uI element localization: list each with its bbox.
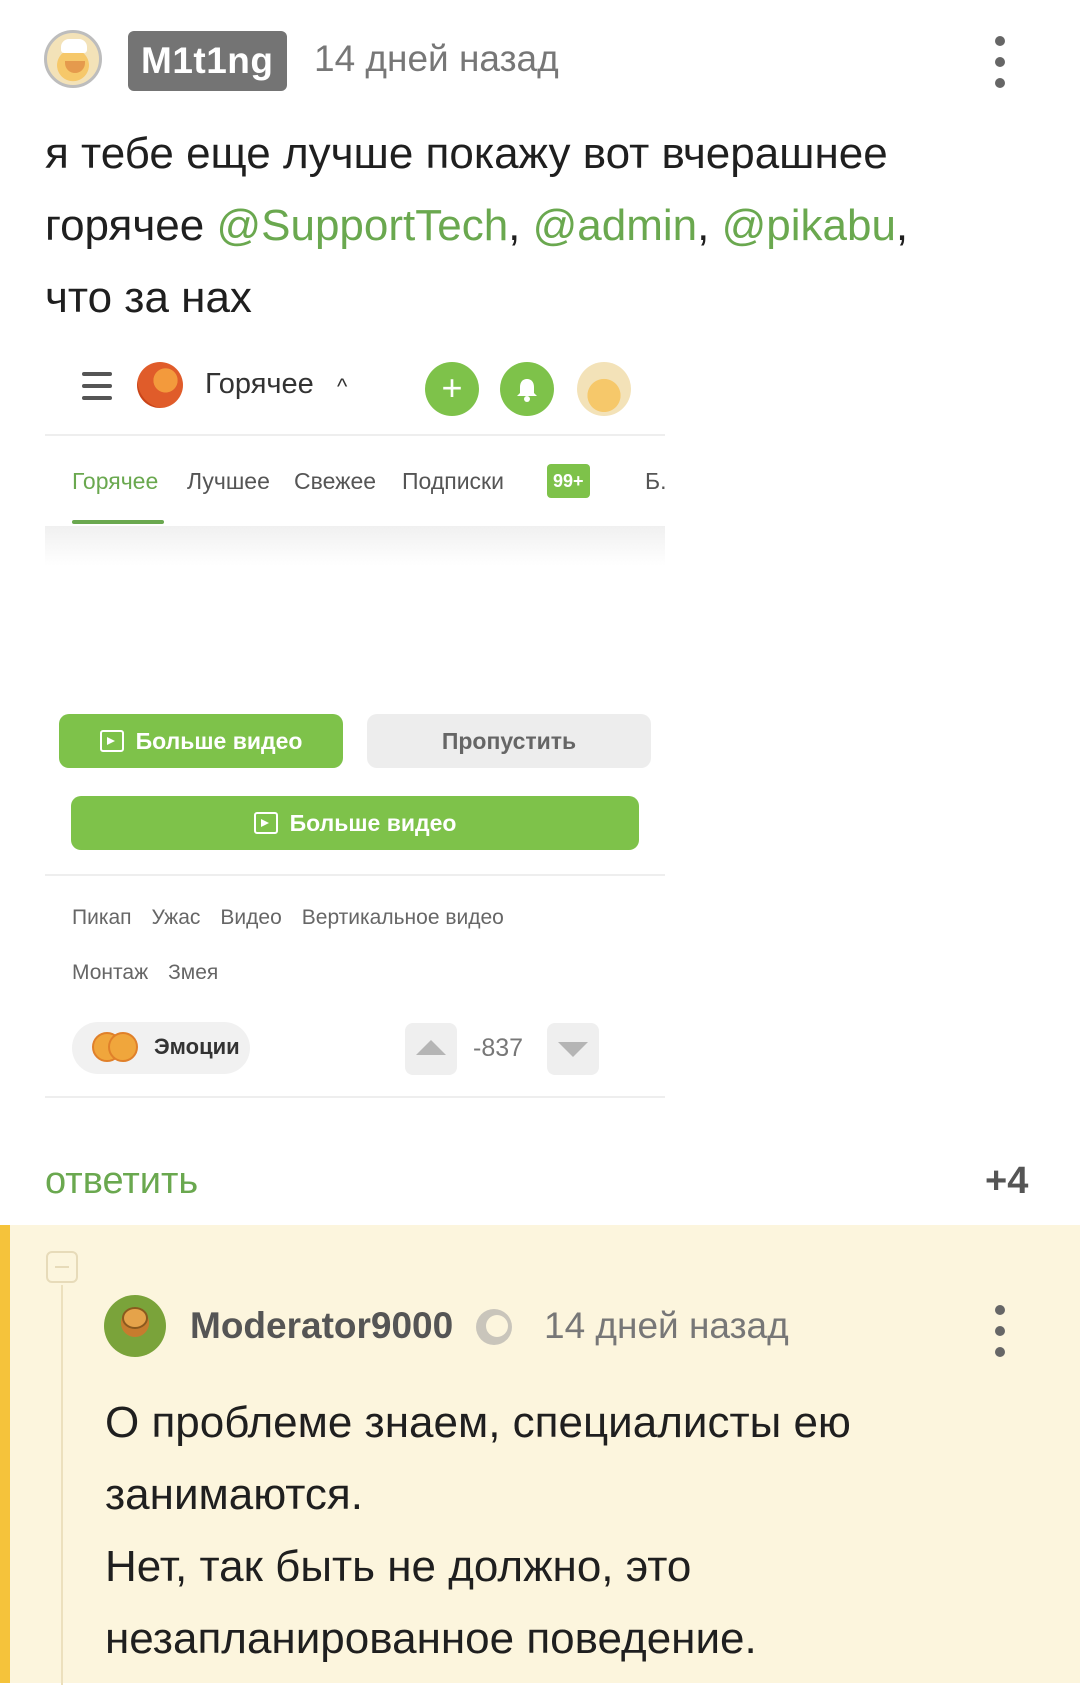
robot-head-icon (122, 1307, 148, 1329)
moderator-avatar[interactable] (104, 1295, 166, 1357)
tab-subscriptions: Подписки (402, 468, 504, 494)
more-video-wide-button: Больше видео (71, 796, 639, 850)
vote-count: -837 (473, 1034, 524, 1062)
more-options-icon[interactable] (985, 34, 1015, 90)
bell-icon (500, 362, 554, 416)
emotion-faces-icon (92, 1032, 140, 1064)
active-tab-indicator (72, 520, 164, 524)
reply-timestamp: 14 дней назад (544, 1305, 789, 1346)
reply-line-3: Нет, так быть не должно, это (105, 1542, 692, 1591)
moon-badge-icon (476, 1309, 512, 1345)
reply-line-4: незапланированное поведение. (105, 1614, 757, 1663)
upvote-icon (405, 1023, 457, 1075)
tags-row-2: Монтаж Змея (72, 961, 238, 985)
tag: Пикап (72, 906, 132, 929)
video-icon (253, 812, 278, 834)
comment-rating: +4 (985, 1160, 1029, 1202)
child-comment: Moderator9000 14 дней назад О проблеме з… (0, 1225, 1080, 1685)
divider (45, 434, 665, 436)
pikabu-logo (137, 362, 183, 408)
user-avatar[interactable] (44, 30, 102, 88)
comment-line-3: что за нах (45, 273, 252, 322)
divider (45, 1096, 665, 1098)
downvote-icon (547, 1023, 599, 1075)
trailing-comma: , (895, 201, 909, 250)
more-video-label: Больше видео (135, 728, 303, 754)
comment-line-1: я тебе еще лучше покажу вот вчерашнее (45, 129, 888, 178)
hamburger-menu-icon (82, 372, 112, 400)
add-post-icon: + (425, 362, 479, 416)
attached-screenshot[interactable]: Горячее ^ + Горячее Лучшее Свежее Подпис… (45, 350, 667, 1100)
comment-line-2: горячее @SupportTech, @admin, @pikabu, (45, 190, 1045, 262)
tab-hot: Горячее (72, 468, 159, 494)
subscriptions-count-badge: 99+ (547, 464, 590, 498)
tag: Змея (168, 961, 219, 984)
tab-fresh: Свежее (294, 468, 377, 494)
tag: Ужас (151, 906, 201, 929)
mention-supporttech[interactable]: @SupportTech (216, 201, 508, 250)
screenshot-avatar (577, 362, 631, 416)
tab-more: Б. (645, 468, 667, 494)
emotions-button: Эмоции (72, 1022, 250, 1074)
mention-pikabu[interactable]: @pikabu (722, 201, 896, 250)
video-icon (99, 730, 124, 752)
more-video-label: Больше видео (289, 810, 457, 836)
skip-button: Пропустить (367, 714, 651, 768)
emotions-label: Эмоции (154, 1034, 240, 1059)
comment-timestamp: 14 дней назад (314, 38, 559, 79)
screenshot-header-title: Горячее (205, 368, 314, 400)
tag: Вертикальное видео (301, 906, 504, 929)
username-badge[interactable]: M1t1ng (128, 31, 287, 91)
thread-line[interactable] (61, 1285, 63, 1685)
reply-line-2: занимаются. (105, 1470, 363, 1519)
more-options-icon[interactable] (985, 1303, 1015, 1359)
reply-link[interactable]: ответить (45, 1160, 198, 1203)
highlight-bar (0, 1225, 10, 1683)
comment-line-2-prefix: горячее (45, 201, 217, 250)
comma-separator: , (697, 201, 722, 250)
tag: Видео (220, 906, 282, 929)
avatar-face (65, 61, 85, 73)
chevron-up-icon: ^ (337, 374, 348, 399)
tab-best: Лучшее (187, 468, 270, 494)
moderator-username[interactable]: Moderator9000 (190, 1305, 453, 1347)
mention-admin[interactable]: @admin (533, 201, 698, 250)
reply-text: О проблеме знаем, специалисты ею занимаю… (105, 1387, 1025, 1675)
header-shadow (45, 526, 665, 566)
tags-row-1: Пикап Ужас Видео Вертикальное видео (72, 906, 524, 930)
divider (45, 874, 665, 876)
reply-line-1: О проблеме знаем, специалисты ею (105, 1398, 851, 1447)
comment-text: я тебе еще лучше покажу вот вчерашнее го… (45, 118, 1045, 334)
tag: Монтаж (72, 961, 149, 984)
more-video-button: Больше видео (59, 714, 343, 768)
comma-separator: , (508, 201, 533, 250)
collapse-thread-icon[interactable] (46, 1251, 78, 1283)
chef-hat-icon (61, 39, 87, 53)
